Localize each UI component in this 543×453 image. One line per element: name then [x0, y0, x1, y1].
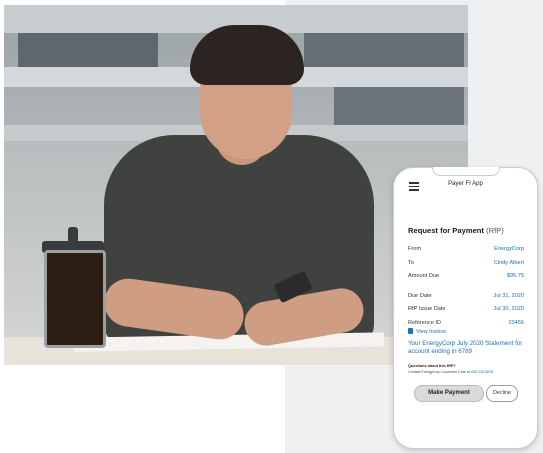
- detail-label: Due Date: [408, 292, 432, 299]
- detail-row: From EnergyCorp: [408, 244, 524, 258]
- detail-label: From: [408, 246, 422, 252]
- view-invoice-label: View Invoice: [416, 329, 447, 335]
- detail-row: Amount Due $95.75: [408, 271, 524, 285]
- request-title-abbrev: (RfP): [486, 226, 504, 235]
- detail-label: To: [408, 259, 414, 266]
- make-payment-button[interactable]: Make Payment: [414, 385, 484, 402]
- view-invoice-link[interactable]: View Invoice: [408, 328, 446, 335]
- detail-row: RfP Issue Date Jul 30, 2020: [408, 304, 524, 318]
- request-title-text: Request for Payment: [408, 226, 484, 235]
- questions-title: Questions about this RfP?: [408, 364, 456, 368]
- phone-mockup: Payer FI App Request for Payment (RfP) F…: [393, 167, 538, 449]
- detail-value: Jul 30, 2020: [493, 306, 524, 312]
- detail-row: Due Date Jul 31, 2020: [408, 291, 524, 305]
- detail-label: Amount Due: [408, 273, 440, 279]
- document-icon: [408, 328, 413, 334]
- detail-value: Jul 31, 2020: [493, 292, 524, 299]
- payment-details: From EnergyCorp To Cindy Albert Amount D…: [408, 244, 524, 331]
- detail-value: $95.75: [506, 273, 524, 279]
- detail-value: EnergyCorp: [494, 246, 524, 252]
- contact-text: Contact EnergyCorp Customer Care at 800-…: [408, 370, 493, 374]
- detail-row: To Cindy Albert: [408, 258, 524, 272]
- request-title: Request for Payment (RfP): [408, 226, 504, 235]
- detail-value: Cindy Albert: [493, 259, 524, 266]
- detail-value: 23456: [508, 319, 524, 326]
- detail-label: RfP Issue Date: [408, 306, 446, 312]
- decline-button[interactable]: Decline: [486, 385, 518, 402]
- french-press: [44, 250, 106, 348]
- statement-text: Your EnergyCorp July 2020 Statement for …: [408, 340, 523, 355]
- app-header: Payer FI App: [394, 168, 537, 206]
- contact-label: Contact EnergyCorp Customer Care at: [408, 370, 470, 374]
- app-title: Payer FI App: [448, 181, 483, 187]
- detail-label: Reference ID: [408, 319, 441, 326]
- contact-phone-link[interactable]: 800-234-5678: [471, 370, 493, 374]
